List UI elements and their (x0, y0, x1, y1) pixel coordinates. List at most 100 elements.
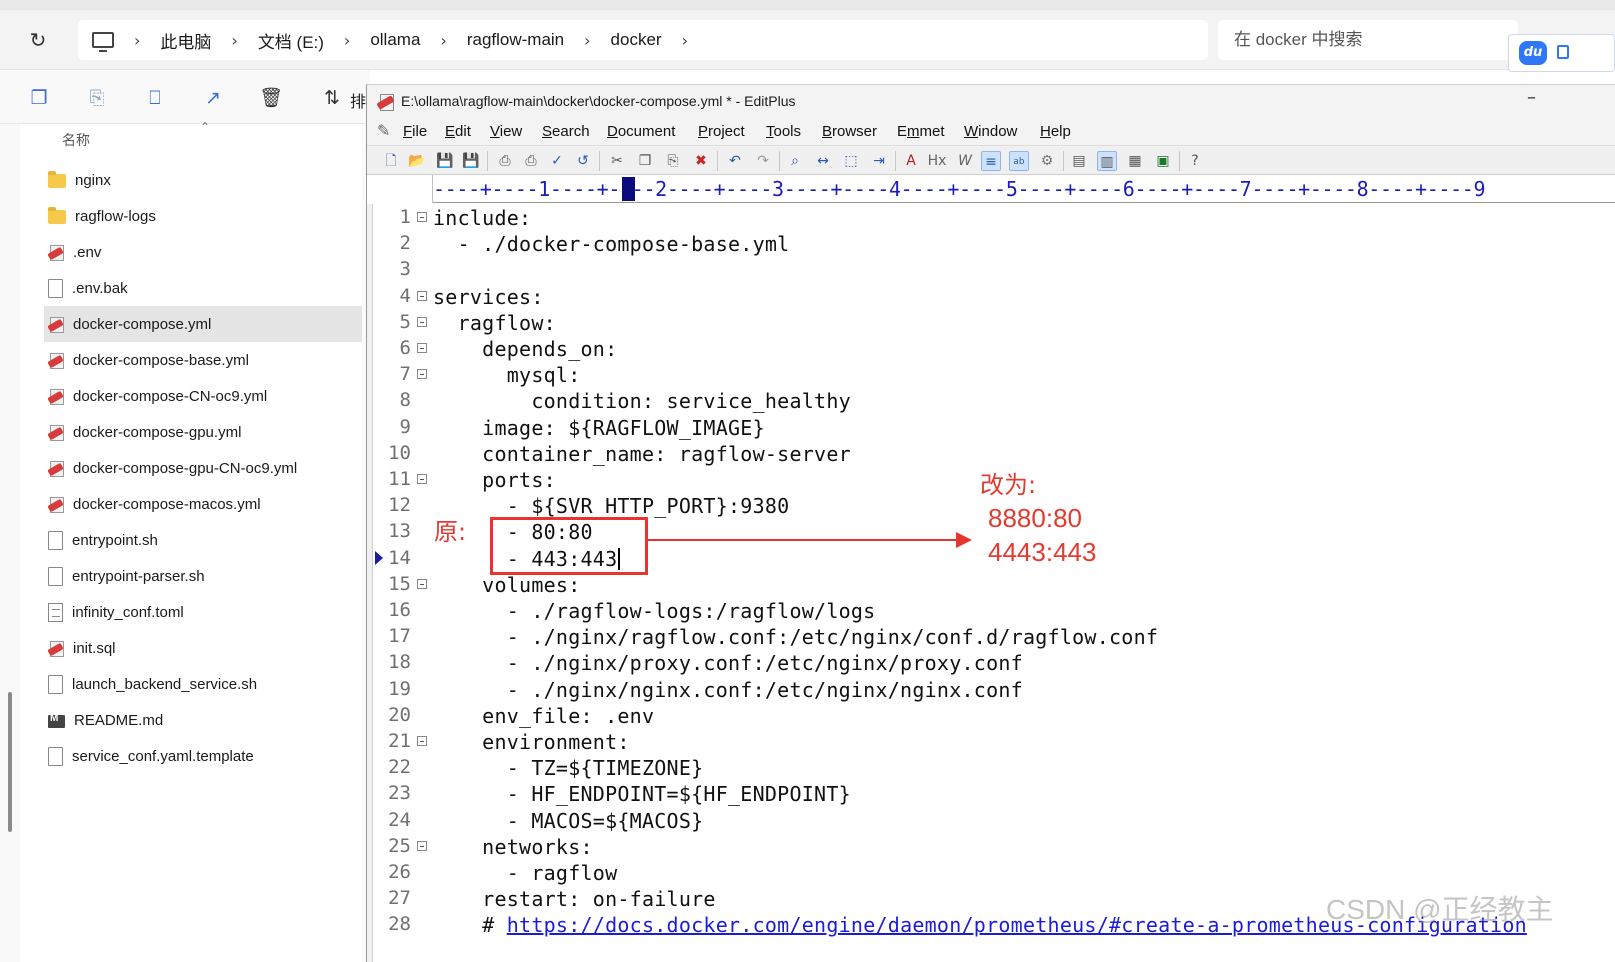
code-line[interactable]: 19 - ./nginx/nginx.conf:/etc/nginx/nginx… (367, 678, 1615, 704)
list-item-init-sql[interactable]: init.sql (44, 630, 370, 666)
code-line[interactable]: 3 (367, 258, 1615, 284)
settings-gear-icon[interactable]: ⚙ (1037, 151, 1057, 171)
this-pc-icon[interactable] (92, 32, 114, 52)
breadcrumb-separator-icon[interactable]: › (440, 31, 446, 50)
menu-window[interactable]: Window (964, 123, 1017, 140)
editplus-title-bar[interactable]: E:\ollama\ragflow-main\docker\docker-com… (367, 85, 1615, 117)
fold-toggle-icon[interactable] (417, 316, 427, 327)
html-toolbar-icon[interactable]: Hx (927, 151, 947, 171)
fold-toggle-icon[interactable] (417, 343, 427, 353)
code-line[interactable]: 1 include: (367, 206, 1615, 232)
code-editor[interactable]: 1 include: 2 - ./docker-compose-base.yml 3 4… (367, 204, 1615, 962)
copy-icon[interactable]: ❐ (635, 151, 655, 171)
new-file-icon[interactable]: 🗋 (381, 151, 401, 171)
fold-toggle-icon[interactable] (417, 369, 427, 380)
cliptext-window-icon[interactable]: ▥ (1097, 151, 1117, 171)
breadcrumb-this-pc[interactable]: 此电脑 (160, 28, 211, 53)
code-line[interactable]: 26 - ragflow (367, 861, 1615, 887)
baidu-widget[interactable]: du (1508, 34, 1615, 72)
goto-line-icon[interactable]: ⇥ (869, 151, 889, 171)
fold-toggle-icon[interactable] (417, 290, 427, 301)
sort-icon[interactable]: ⇅ (320, 86, 344, 110)
code-line[interactable]: 21 environment: (367, 730, 1615, 756)
output-window-icon[interactable]: ▦ (1125, 151, 1145, 171)
spell-check-icon[interactable]: ✓ (547, 151, 567, 171)
breadcrumb-separator-icon[interactable]: › (584, 31, 590, 50)
menu-tools[interactable]: Tools (766, 123, 801, 140)
cut-icon[interactable]: ✂ (607, 151, 627, 171)
menu-document[interactable]: Document (607, 123, 675, 140)
list-item-env[interactable]: .env (44, 234, 370, 270)
sort-label[interactable]: 排 (350, 88, 366, 112)
code-line[interactable]: 4 services: (367, 285, 1615, 311)
rename-icon[interactable]: ⎕ (142, 86, 168, 110)
menu-file[interactable]: File (403, 123, 427, 140)
code-line[interactable]: 8 condition: service_healthy (367, 389, 1615, 415)
menu-search[interactable]: Search (542, 123, 590, 140)
fold-toggle-icon[interactable] (417, 212, 427, 222)
menu-help[interactable]: Help (1040, 123, 1071, 140)
open-file-icon[interactable]: 📂 (407, 151, 427, 171)
code-line[interactable]: 18 - ./nginx/proxy.conf:/etc/nginx/proxy… (367, 651, 1615, 677)
fold-toggle-icon[interactable] (417, 736, 427, 746)
refresh-icon[interactable]: ↻ (26, 28, 50, 52)
browser-view-icon[interactable]: ▣ (1153, 151, 1173, 171)
code-line[interactable]: 24 - MACOS=${MACOS} (367, 809, 1615, 835)
list-item-infinity-conf[interactable]: infinity_conf.toml (44, 594, 370, 630)
list-item-nginx[interactable]: nginx (44, 162, 370, 198)
list-item-entrypoint[interactable]: entrypoint.sh (44, 522, 370, 558)
replace-icon[interactable]: ↔ (813, 151, 833, 171)
paste-icon[interactable]: ⎘ (663, 151, 683, 171)
list-item-docker-compose-gpu-cn-oc9[interactable]: docker-compose-gpu-CN-oc9.yml (44, 450, 370, 486)
print-preview-icon[interactable]: ⎙ (495, 151, 515, 171)
breadcrumb-separator-icon[interactable]: › (231, 31, 237, 50)
menu-view[interactable]: View (490, 123, 522, 140)
print-icon[interactable]: ⎙ (521, 151, 541, 171)
list-item-docker-compose-base[interactable]: docker-compose-base.yml (44, 342, 370, 378)
breadcrumb-drive-e[interactable]: 文档 (E:) (258, 28, 324, 53)
share-icon[interactable]: ↗ (200, 86, 226, 110)
menu-emmet[interactable]: Emmet (897, 123, 945, 140)
save-icon[interactable]: 💾 (435, 151, 455, 171)
list-item-readme[interactable]: README.md (44, 702, 370, 738)
code-line[interactable]: 9 image: ${RAGFLOW_IMAGE} (367, 416, 1615, 442)
refresh-document-icon[interactable]: ↺ (573, 151, 593, 171)
fold-toggle-icon[interactable] (417, 474, 427, 484)
code-line[interactable]: 15 volumes: (367, 573, 1615, 599)
copy-icon[interactable]: ❐ (26, 86, 52, 110)
ruler-toggle-icon[interactable]: ab (1009, 151, 1029, 171)
list-item-env-bak[interactable]: .env.bak (44, 270, 370, 306)
breadcrumb-ragflow-main[interactable]: ragflow-main (467, 30, 564, 50)
directory-window-icon[interactable]: ▤ (1069, 151, 1089, 171)
find-in-files-icon[interactable]: ⬚ (841, 151, 861, 171)
find-icon[interactable]: ⌕ (785, 151, 805, 171)
fold-toggle-icon[interactable] (417, 578, 427, 589)
line-number-toggle-icon[interactable]: ≡ (981, 151, 1001, 171)
code-line[interactable]: 20 env_file: .env (367, 704, 1615, 730)
save-all-icon[interactable]: 💾 (461, 151, 481, 171)
code-line[interactable]: 5 ragflow: (367, 311, 1615, 337)
code-line[interactable]: 17 - ./nginx/ragflow.conf:/etc/nginx/con… (367, 625, 1615, 651)
list-item-entrypoint-parser[interactable]: entrypoint-parser.sh (44, 558, 370, 594)
help-icon[interactable]: ? (1185, 151, 1205, 171)
breadcrumb-ollama[interactable]: ollama (370, 30, 420, 50)
baidu-du-icon[interactable]: du (1519, 41, 1547, 65)
menu-browser[interactable]: Browser (822, 123, 877, 140)
list-item-launch-backend[interactable]: launch_backend_service.sh (44, 666, 370, 702)
navigation-scrollbar[interactable] (8, 692, 12, 832)
breadcrumb-expand-icon[interactable]: › (682, 31, 688, 50)
word-wrap-icon[interactable]: W (955, 151, 975, 171)
delete-icon[interactable]: ✖ (691, 151, 711, 171)
breadcrumb-separator-icon[interactable]: › (134, 31, 140, 50)
address-bar[interactable]: › 此电脑 › 文档 (E:) › ollama › ragflow-main … (78, 20, 1208, 60)
breadcrumb-docker[interactable]: docker (611, 30, 662, 50)
code-line[interactable]: 16 - ./ragflow-logs:/ragflow/logs (367, 599, 1615, 625)
code-line[interactable]: 23 - HF_ENDPOINT=${HF_ENDPOINT} (367, 782, 1615, 808)
code-line[interactable]: 25 networks: (367, 835, 1615, 861)
list-item-docker-compose-cn-oc9[interactable]: docker-compose-CN-oc9.yml (44, 378, 370, 414)
breadcrumb-separator-icon[interactable]: › (344, 31, 350, 50)
paste-icon[interactable]: ⎘ (84, 86, 110, 110)
font-icon[interactable]: A (901, 151, 921, 171)
list-item-docker-compose[interactable]: docker-compose.yml (44, 306, 370, 342)
list-item-ragflow-logs[interactable]: ragflow-logs (44, 198, 370, 234)
